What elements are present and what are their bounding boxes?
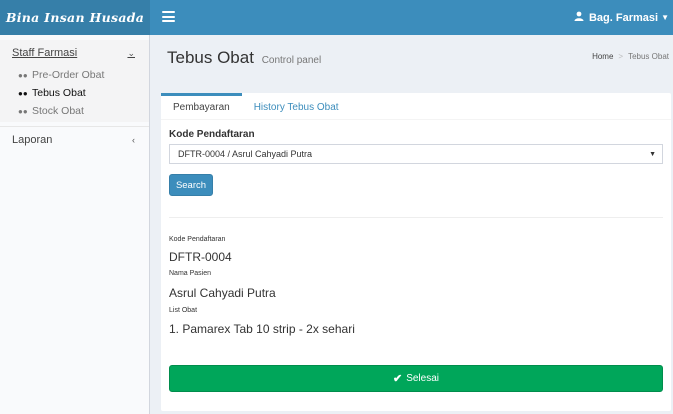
tab-pembayaran[interactable]: Pembayaran [161, 93, 242, 119]
page-subtitle: Control panel [261, 55, 322, 66]
chevron-left-icon: ‹ [132, 134, 135, 145]
selesai-button[interactable]: ✔ Selesai [169, 365, 663, 392]
sidebar-group-staff-farmasi[interactable]: Staff Farmasi ⌄ [0, 40, 149, 66]
top-navbar: Bag. Farmasi ▼ [150, 0, 673, 35]
page-title-text: Tebus Obat [167, 48, 254, 67]
caret-down-icon: ▼ [661, 13, 669, 22]
tab-bar: Pembayaran History Tebus Obat [161, 93, 671, 120]
sidebar-item-tebus-obat[interactable]: ●● Tebus Obat [0, 84, 149, 102]
main-panel: Pembayaran History Tebus Obat Kode Penda… [161, 93, 671, 411]
sidebar: Staff Farmasi ⌄ ●● Pre-Order Obat ●● Teb… [0, 35, 150, 414]
user-icon [574, 11, 584, 24]
sidebar-group-label: Laporan [12, 133, 53, 146]
breadcrumb-separator: > [618, 52, 624, 61]
list-obat-label: List Obat [169, 307, 198, 314]
search-button[interactable]: Search [169, 174, 213, 196]
sidebar-group-label: Staff Farmasi [12, 47, 78, 59]
tab-history-tebus-obat[interactable]: History Tebus Obat [242, 93, 351, 119]
user-menu[interactable]: Bag. Farmasi ▼ [574, 0, 669, 35]
app-logo[interactable]: Bina Insan Husada [0, 0, 150, 35]
selesai-label: Selesai [406, 373, 440, 384]
kode-pendaftaran-label: Kode Pendaftaran [169, 129, 255, 140]
check-icon: ✔ [392, 373, 403, 385]
sidebar-item-label: Pre-Order Obat [32, 69, 105, 81]
sidebar-group-laporan[interactable]: Laporan ‹ [0, 126, 149, 152]
breadcrumb-home[interactable]: Home [592, 52, 613, 61]
list-obat-item: 1. Pamarex Tab 10 strip - 2x sehari [169, 322, 355, 336]
divider [169, 217, 663, 218]
pills-icon: ●● [18, 106, 28, 116]
pills-icon: ●● [18, 88, 28, 98]
sidebar-item-pre-order-obat[interactable]: ●● Pre-Order Obat [0, 66, 149, 84]
content-header: Tebus Obat Control panel Home > Tebus Ob… [150, 35, 673, 89]
sidebar-item-label: Tebus Obat [32, 87, 86, 99]
page-title: Tebus Obat Control panel [167, 48, 321, 68]
nama-pasien-label: Nama Pasien [169, 270, 212, 277]
breadcrumb-current: Tebus Obat [628, 52, 669, 61]
kode-pendaftaran-select[interactable]: DFTR-0004 / Asrul Cahyadi Putra ▼ [169, 144, 663, 164]
nama-pasien-value: Asrul Cahyadi Putra [169, 286, 276, 300]
kode-result-value: DFTR-0004 [169, 250, 232, 264]
chevron-down-icon: ⌄ [127, 47, 135, 58]
dropdown-arrow-icon: ▼ [649, 150, 656, 158]
select-value: DFTR-0004 / Asrul Cahyadi Putra [178, 149, 313, 159]
user-name: Bag. Farmasi [588, 11, 659, 24]
breadcrumb: Home > Tebus Obat [592, 52, 669, 61]
sidebar-item-stock-obat[interactable]: ●● Stock Obat [0, 102, 149, 120]
sidebar-item-label: Stock Obat [32, 105, 84, 117]
kode-result-label: Kode Pendaftaran [169, 236, 226, 243]
pills-icon: ●● [18, 70, 28, 80]
hamburger-icon[interactable] [162, 11, 175, 22]
sidebar-submenu: ●● Pre-Order Obat ●● Tebus Obat ●● Stock… [0, 66, 149, 122]
